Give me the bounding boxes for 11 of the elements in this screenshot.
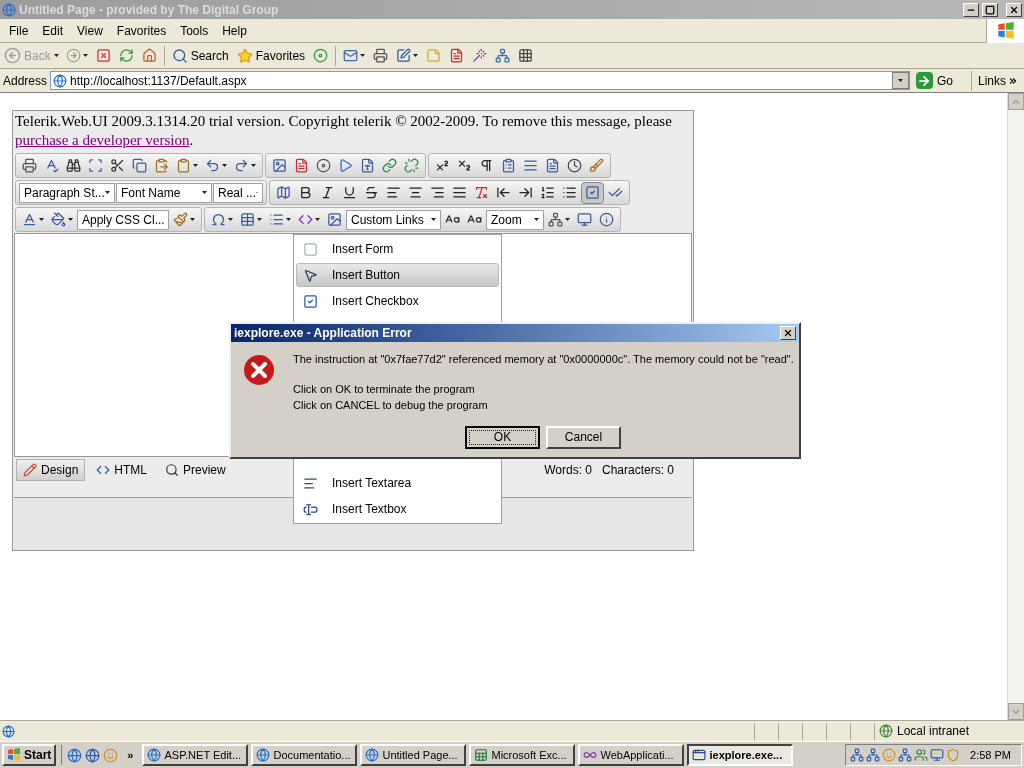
clock: 2:58 PM: [970, 747, 1011, 763]
character-count: Characters: 0: [601, 461, 674, 479]
security-zone: Local intranet: [897, 723, 970, 740]
address-label: Address: [3, 72, 48, 90]
trial-notice: Telerik.Web.UI 2009.3.1314.20 trial version. Copyright telerik © 2002-2009. To remove this message, please purchase a developer version.: [14, 112, 673, 150]
word-count: Words: 0: [544, 461, 592, 479]
instruction-text: Click on OK to terminate the program: [293, 381, 476, 397]
dialog-title: iexplore.exe - Application Error: [234, 325, 413, 342]
error-message: The instruction at "0x7fae77d2" referenced memory at "0x0000000c". The memory could not be "read".: [293, 352, 794, 367]
window-title: Untitled Page - provided by The Digital Group: [19, 1, 280, 19]
instruction-text: Click on CANCEL to debug the program: [293, 398, 489, 413]
